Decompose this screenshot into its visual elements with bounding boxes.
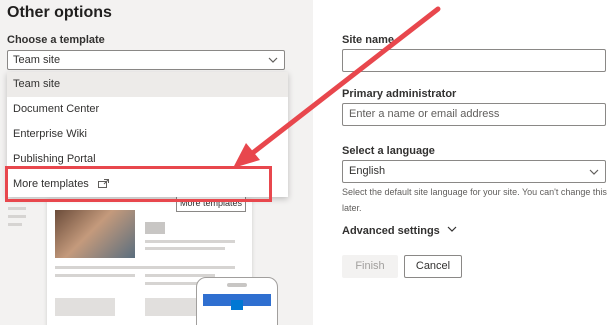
language-select[interactable]: English — [342, 160, 606, 183]
primary-admin-label: Primary administrator — [342, 88, 457, 100]
language-label: Select a language — [342, 145, 435, 157]
dropdown-item-label: Publishing Portal — [13, 153, 96, 165]
preview-image — [55, 210, 135, 258]
dropdown-item-label: Enterprise Wiki — [13, 128, 87, 140]
dropdown-item-document-center[interactable]: Document Center — [7, 97, 288, 122]
dropdown-item-label: Team site — [13, 78, 61, 90]
chevron-down-icon — [589, 169, 599, 175]
template-select[interactable]: Team site — [7, 50, 285, 70]
advanced-settings-toggle[interactable]: Advanced settings — [342, 225, 457, 237]
site-name-label: Site name — [342, 34, 394, 46]
template-panel: Other options Choose a template Team sit… — [0, 0, 313, 325]
section-title: Other options — [7, 4, 112, 21]
language-hint: Select the default site language for you… — [342, 187, 607, 213]
language-select-value: English — [349, 165, 386, 177]
phone-preview — [196, 277, 278, 325]
chevron-down-icon — [447, 226, 457, 232]
dropdown-item-team-site[interactable]: Team site — [7, 72, 288, 97]
chevron-down-icon — [268, 57, 278, 63]
finish-button[interactable]: Finish — [342, 255, 398, 278]
template-label: Choose a template — [7, 34, 105, 46]
advanced-settings-label: Advanced settings — [342, 225, 440, 237]
primary-admin-input[interactable]: Enter a name or email address — [342, 103, 606, 126]
dropdown-item-enterprise-wiki[interactable]: Enterprise Wiki — [7, 122, 288, 147]
dropdown-item-label: Document Center — [13, 103, 100, 115]
template-select-value: Team site — [13, 54, 61, 66]
cancel-button[interactable]: Cancel — [404, 255, 462, 278]
more-templates-highlight — [5, 166, 272, 202]
site-name-input[interactable] — [342, 49, 606, 72]
